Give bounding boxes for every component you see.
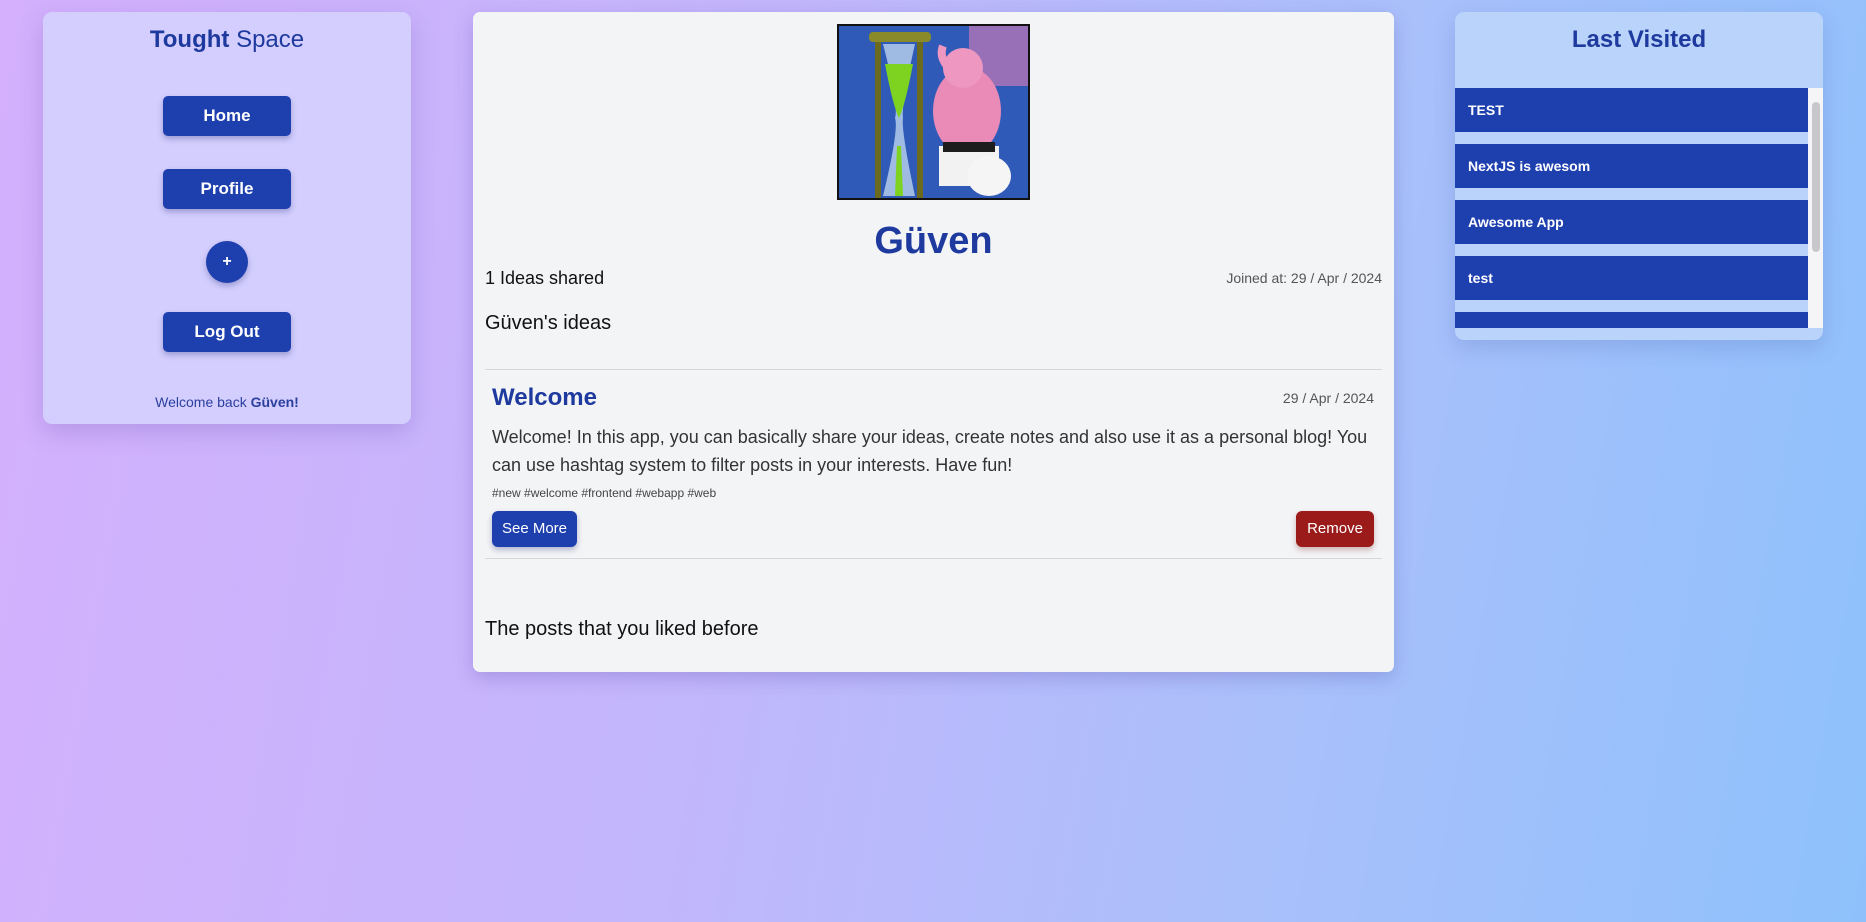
profile-panel: Güven 1 Ideas shared Joined at: 29 / Apr… [473,12,1394,672]
list-item[interactable] [1455,312,1808,328]
joined-date: Joined at: 29 / Apr / 2024 [1226,270,1382,286]
logout-button[interactable]: Log Out [163,312,291,352]
remove-button[interactable]: Remove [1296,511,1374,547]
see-more-button[interactable]: See More [492,511,577,547]
post-tags[interactable]: #new #welcome #frontend #webapp #web [492,486,716,500]
post-body: Welcome! In this app, you can basically … [492,427,1368,475]
ideas-heading: Güven's ideas [485,312,612,334]
ideas-count: 1 Ideas shared [485,268,605,288]
home-button[interactable]: Home [163,96,291,136]
list-item[interactable]: TEST [1455,88,1808,132]
left-sidebar: Tought Space Home Profile + Log Out Welc… [43,12,411,424]
profile-button[interactable]: Profile [163,169,291,209]
welcome-prefix: Welcome back [155,394,247,410]
welcome-name: Güven! [250,394,299,410]
brand-light: Space [236,26,305,53]
scrollbar-thumb[interactable] [1812,102,1820,252]
profile-username: Güven [874,220,993,262]
list-item[interactable]: Awesome App [1455,200,1808,244]
welcome-message: Welcome back Güven! [43,394,411,410]
avatar-image [839,26,1028,198]
liked-posts-heading: The posts that you liked before [485,618,759,640]
divider [485,558,1382,559]
last-visited-title: Last Visited [1571,26,1707,53]
last-visited-list[interactable]: TEST NextJS is awesom Awesome App test [1455,88,1823,328]
add-post-button[interactable]: + [206,241,248,283]
last-visited-panel: Last Visited TEST NextJS is awesom Aweso… [1455,12,1823,340]
divider [485,369,1382,370]
scrollbar[interactable] [1808,88,1823,328]
list-item[interactable]: test [1455,256,1808,300]
post-date: 29 / Apr / 2024 [1282,390,1374,406]
avatar [837,24,1030,200]
brand-bold: Tought [149,26,230,53]
brand-logo[interactable]: Tought Space [43,26,411,54]
list-item[interactable]: NextJS is awesom [1455,144,1808,188]
post-title[interactable]: Welcome [492,384,597,412]
